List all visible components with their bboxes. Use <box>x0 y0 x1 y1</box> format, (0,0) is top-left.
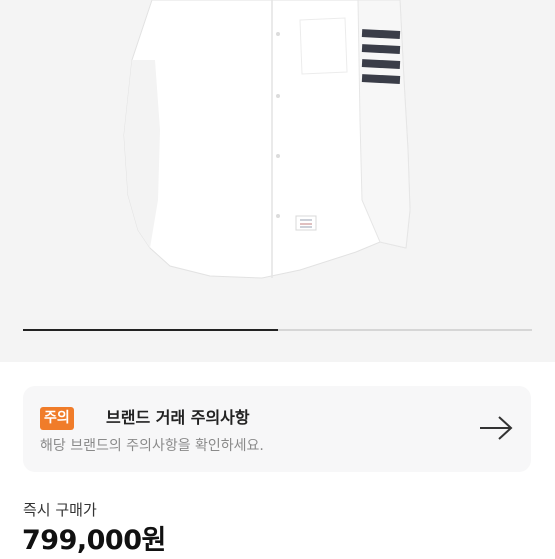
arrow-right-icon[interactable] <box>478 415 514 441</box>
caution-badge: 주의 <box>40 407 74 430</box>
image-progress-fill <box>23 329 278 331</box>
product-photo-area[interactable] <box>0 0 555 362</box>
notice-subtitle: 해당 브랜드의 주의사항을 확인하세요. <box>40 438 264 454</box>
brand-notice-card[interactable]: 주의 브랜드 거래 주의사항 해당 브랜드의 주의사항을 확인하세요. <box>23 386 531 472</box>
instant-buy-price: 799,000원 <box>22 525 166 556</box>
image-progress-track <box>23 329 532 331</box>
instant-buy-price-label: 즉시 구매가 <box>23 501 97 519</box>
shirt-product-image[interactable] <box>0 0 555 300</box>
notice-title: 브랜드 거래 주의사항 <box>106 408 250 427</box>
